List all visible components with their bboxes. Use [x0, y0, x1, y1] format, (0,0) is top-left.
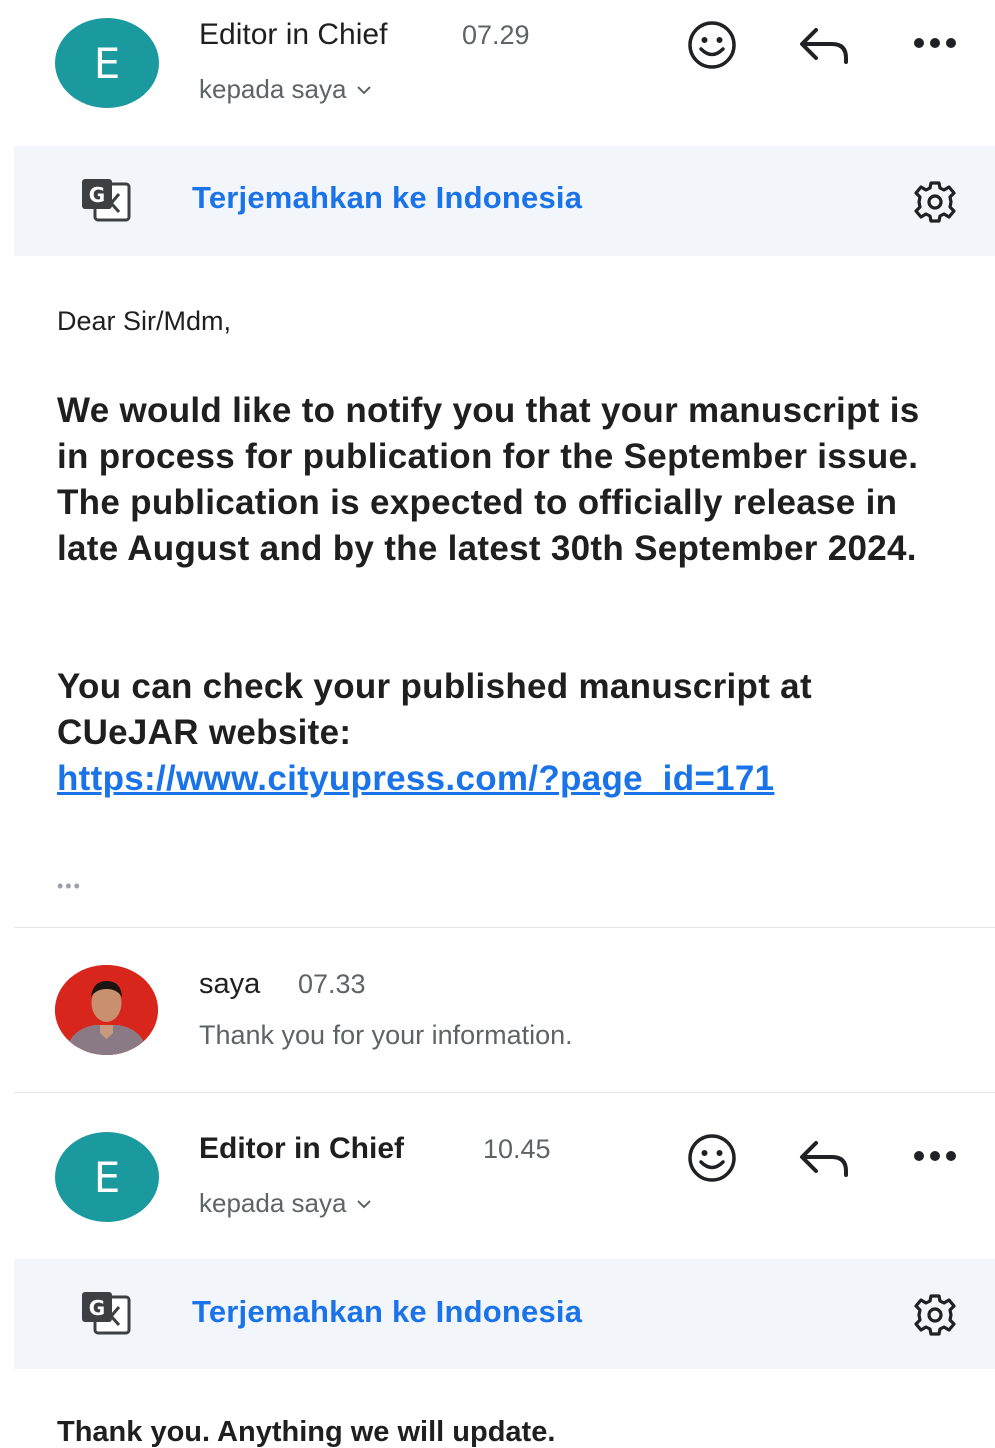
more-icon [914, 1151, 956, 1161]
emoji-react-button[interactable] [682, 1131, 742, 1185]
more-options-button[interactable] [905, 1143, 965, 1169]
gear-icon [914, 1294, 956, 1336]
google-translate-icon: G [78, 1288, 134, 1338]
emoji-icon [688, 1134, 736, 1182]
sender-avatar[interactable]: E [55, 18, 159, 108]
emoji-icon [688, 21, 736, 69]
email-paragraph: We would like to notify you that your ma… [57, 391, 920, 568]
show-trimmed-content-button[interactable]: ••• [57, 876, 82, 897]
message-time: 07.29 [462, 20, 530, 50]
svg-text:G: G [89, 1296, 105, 1320]
recipient-label: kepada saya [199, 1188, 347, 1218]
recipient-toggle[interactable]: kepada saya [199, 74, 372, 105]
translate-link[interactable]: Terjemahkan ke Indonesia [192, 180, 582, 216]
email-paragraph: You can check your published manuscript … [57, 664, 957, 802]
sender-name[interactable]: Editor in Chief [199, 18, 387, 52]
sender-avatar[interactable]: E [55, 1132, 159, 1222]
reply-button[interactable] [796, 1133, 852, 1183]
reply-button[interactable] [796, 20, 852, 70]
avatar-letter: E [93, 1152, 121, 1202]
message-divider [14, 1092, 995, 1093]
profile-photo [55, 965, 158, 1055]
google-translate-icon: G [78, 175, 134, 225]
message-time: 07.33 [298, 969, 366, 999]
recipient-label: kepada saya [199, 74, 347, 104]
reply-icon [800, 28, 848, 64]
avatar-letter: E [93, 38, 121, 88]
chevron-down-icon [357, 85, 372, 94]
manuscript-link[interactable]: https://www.cityupress.com/?page_id=171 [57, 759, 774, 798]
sender-name[interactable]: Editor in Chief [199, 1132, 404, 1166]
avatar[interactable] [55, 965, 158, 1055]
sender-name[interactable]: saya [199, 968, 260, 1001]
emoji-react-button[interactable] [682, 18, 742, 72]
translate-settings-button[interactable] [910, 177, 960, 227]
message-time: 10.45 [483, 1134, 551, 1164]
message-snippet[interactable]: Thank you for your information. [199, 1020, 573, 1051]
reply-icon [800, 1141, 848, 1177]
gear-icon [914, 181, 956, 223]
message-divider [14, 927, 995, 928]
chevron-down-icon [357, 1199, 372, 1208]
svg-text:G: G [89, 183, 105, 207]
more-icon [914, 38, 956, 48]
paragraph-text: You can check your published manuscript … [57, 667, 812, 752]
recipient-toggle[interactable]: kepada saya [199, 1188, 372, 1219]
translate-link[interactable]: Terjemahkan ke Indonesia [192, 1294, 582, 1330]
translate-settings-button[interactable] [910, 1290, 960, 1340]
more-options-button[interactable] [905, 30, 965, 56]
email-greeting: Dear Sir/Mdm, [57, 306, 232, 336]
email-body-text: Thank you. Anything we will update. [57, 1416, 556, 1448]
